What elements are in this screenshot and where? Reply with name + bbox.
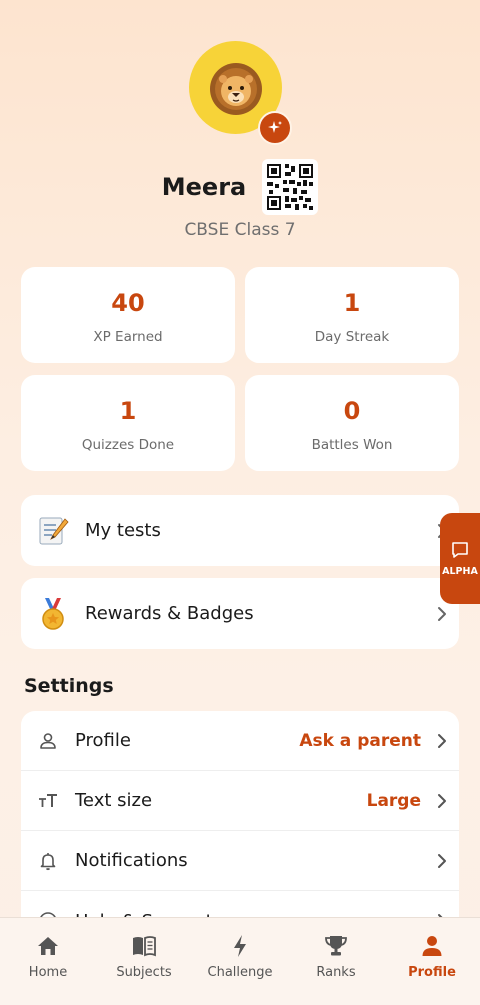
trophy-icon xyxy=(324,934,348,958)
person-icon xyxy=(21,731,75,751)
edit-avatar-button[interactable] xyxy=(258,111,292,145)
nav-label: Subjects xyxy=(116,965,172,980)
settings-row-label: Text size xyxy=(75,790,153,811)
settings-heading: Settings xyxy=(24,675,114,697)
nav-label: Profile xyxy=(408,965,456,980)
stat-card-xp: 40 XP Earned xyxy=(21,267,235,363)
nav-challenge[interactable]: Challenge xyxy=(192,918,288,1005)
profile-page: Meera CBSE Class 7 40 XP Earned 1 Day St… xyxy=(0,0,480,1005)
my-tests-label: My tests xyxy=(85,520,161,541)
medal-icon xyxy=(21,597,85,631)
settings-row-notifications[interactable]: Notifications xyxy=(21,831,459,891)
stat-label: Day Streak xyxy=(314,329,390,345)
nav-label: Ranks xyxy=(316,965,356,980)
profile-name: Meera xyxy=(161,173,247,201)
chevron-right-icon xyxy=(425,793,459,809)
nav-ranks[interactable]: Ranks xyxy=(288,918,384,1005)
chevron-right-icon xyxy=(425,733,459,749)
chevron-right-icon xyxy=(425,606,459,622)
qr-code-icon xyxy=(265,162,316,212)
stat-label: Quizzes Done xyxy=(81,437,175,453)
class-label: CBSE Class 7 xyxy=(184,220,296,240)
nav-profile[interactable]: Profile xyxy=(384,918,480,1005)
person-icon xyxy=(421,934,443,958)
settings-row-label: Profile xyxy=(75,730,131,751)
chat-icon xyxy=(452,542,468,558)
stat-card-streak: 1 Day Streak xyxy=(245,267,459,363)
alpha-feedback-tab[interactable]: ALPHA xyxy=(440,513,480,604)
my-tests-item[interactable]: My tests xyxy=(21,495,459,566)
nav-label: Home xyxy=(28,965,68,980)
chevron-right-icon xyxy=(425,853,459,869)
rewards-badges-item[interactable]: Rewards & Badges xyxy=(21,578,459,649)
nav-subjects[interactable]: Subjects xyxy=(96,918,192,1005)
rewards-badges-label: Rewards & Badges xyxy=(85,603,254,624)
text-size-icon xyxy=(21,792,75,810)
settings-row-value: Large xyxy=(366,790,421,811)
alpha-label: ALPHA xyxy=(442,566,478,577)
settings-row-value: Ask a parent xyxy=(299,730,421,751)
nav-home[interactable]: Home xyxy=(0,918,96,1005)
nav-label: Challenge xyxy=(207,965,273,980)
home-icon xyxy=(36,934,60,958)
memo-icon xyxy=(21,514,85,548)
settings-row-profile[interactable]: Profile Ask a parent xyxy=(21,711,459,771)
stat-card-battles: 0 Battles Won xyxy=(245,375,459,471)
stat-value: 40 xyxy=(111,289,145,317)
stat-value: 0 xyxy=(343,397,361,425)
settings-row-label: Notifications xyxy=(75,850,188,871)
stat-card-quizzes: 1 Quizzes Done xyxy=(21,375,235,471)
bell-icon xyxy=(21,851,75,871)
settings-list: Profile Ask a parent Text size Large Not… xyxy=(21,711,459,951)
sparkle-icon xyxy=(268,121,282,133)
stat-label: Battles Won xyxy=(311,437,393,453)
stat-value: 1 xyxy=(119,397,137,425)
name-row: Meera xyxy=(0,158,480,216)
settings-row-text-size[interactable]: Text size Large xyxy=(21,771,459,831)
stat-value: 1 xyxy=(343,289,361,317)
book-icon xyxy=(131,934,157,958)
qr-code-button[interactable] xyxy=(262,159,319,215)
lightning-icon xyxy=(232,934,248,958)
bottom-nav: Home Subjects Challenge Ranks Profile xyxy=(0,917,480,1005)
stat-label: XP Earned xyxy=(93,329,163,345)
lion-icon xyxy=(209,62,262,115)
